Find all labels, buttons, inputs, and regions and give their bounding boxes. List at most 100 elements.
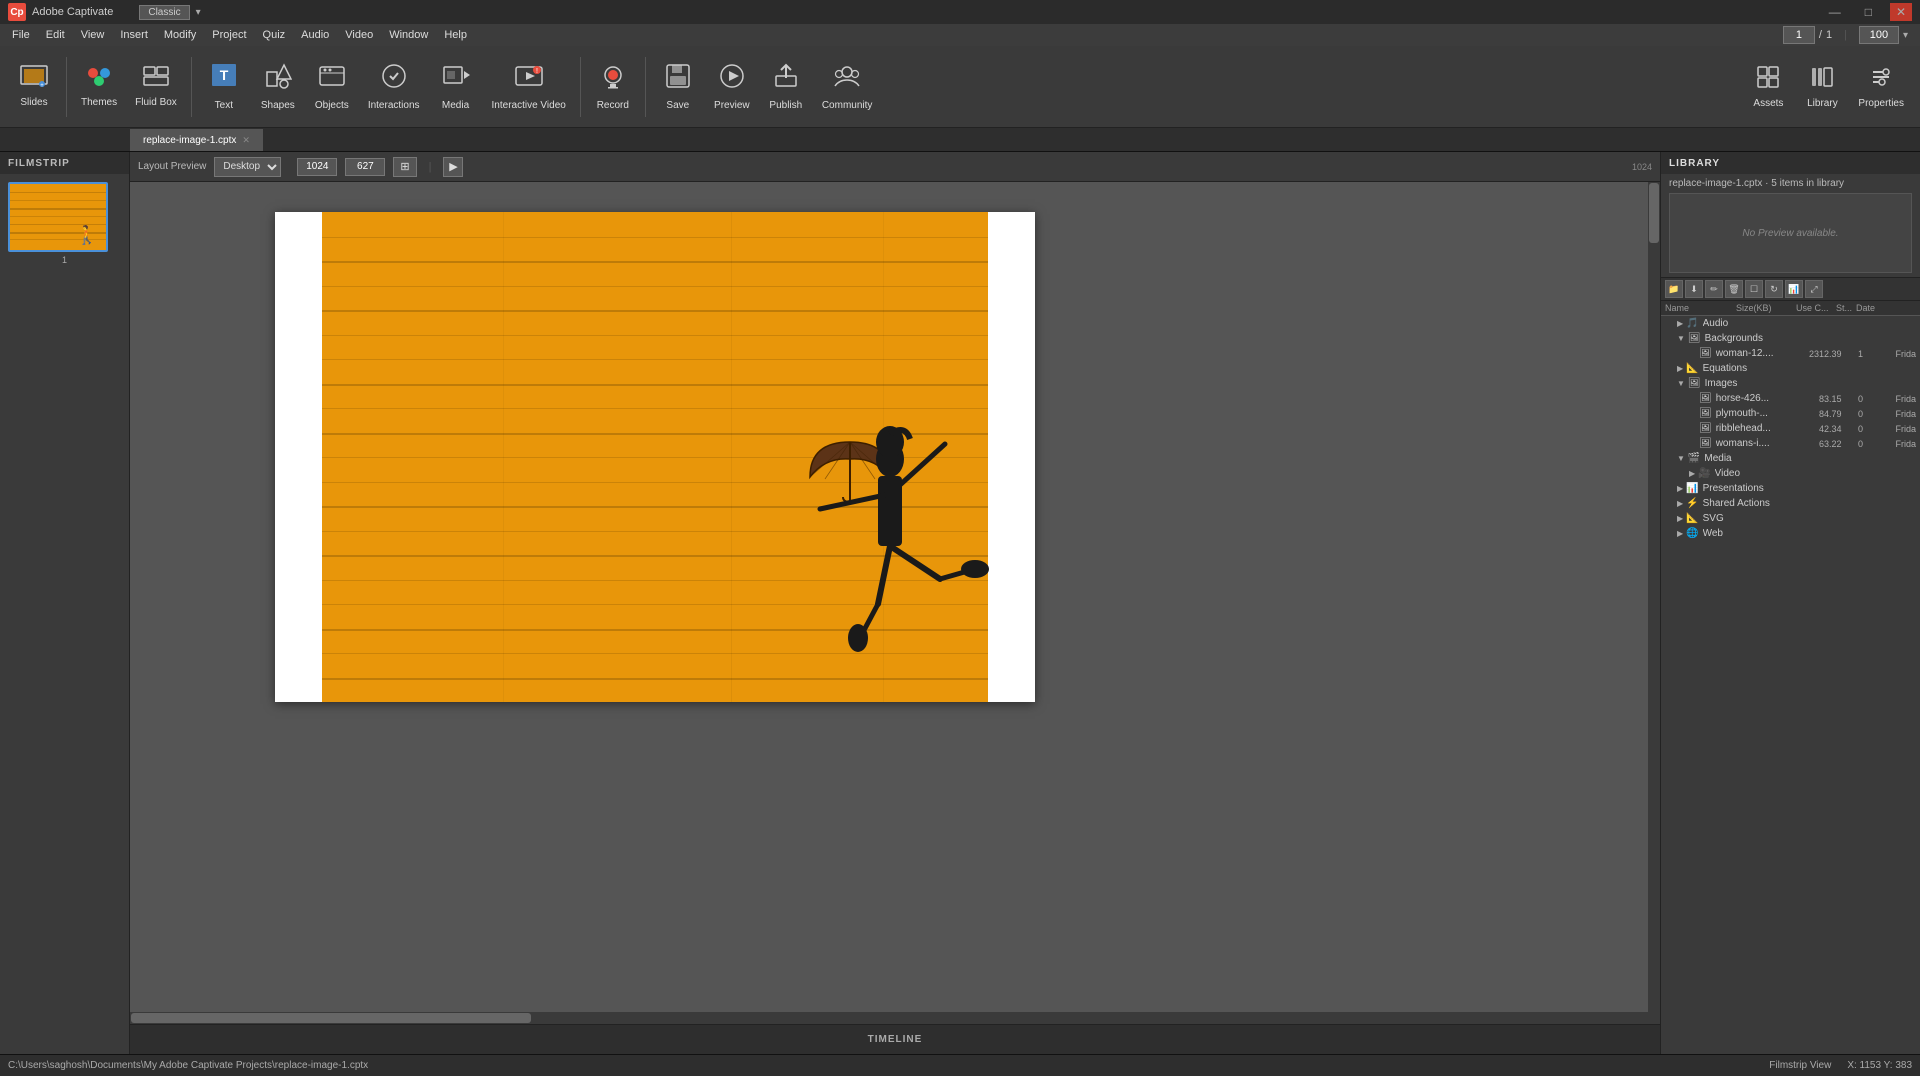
horse426-use: 0 [1845, 394, 1875, 404]
svg-folder-icon: 📐 [1686, 513, 1698, 524]
tab-close-button[interactable]: ✕ [242, 135, 250, 146]
vertical-scrollbar-thumb[interactable] [1649, 183, 1659, 243]
canvas-width-input[interactable] [297, 158, 337, 176]
save-icon [664, 62, 692, 96]
library-item-plymouth[interactable]: 🖼 plymouth-... 84.79 0 Frida [1661, 406, 1920, 421]
shapes-button[interactable]: Shapes [252, 51, 304, 123]
menu-insert[interactable]: Insert [112, 24, 156, 46]
vertical-scrollbar[interactable] [1648, 182, 1660, 1024]
publish-button[interactable]: Publish [760, 51, 812, 123]
library-item-horse426[interactable]: 🖼 horse-426... 83.15 0 Frida [1661, 391, 1920, 406]
minimize-button[interactable]: — [1823, 3, 1847, 21]
library-item-images[interactable]: ▼ 🖼 Images [1661, 376, 1920, 391]
library-item-svg[interactable]: ▶ 📐 SVG [1661, 511, 1920, 526]
interactive-video-button[interactable]: ! Interactive Video [484, 51, 574, 123]
canvas-height-input[interactable] [345, 158, 385, 176]
current-page-input[interactable] [1783, 26, 1815, 44]
menu-view[interactable]: View [73, 24, 113, 46]
images-arrow-icon: ▼ [1677, 379, 1685, 388]
zoom-dropdown-icon[interactable]: ▾ [1903, 30, 1908, 41]
slide-number-label: 1 [8, 255, 121, 265]
lib-col-size[interactable]: Size(KB) [1736, 303, 1796, 313]
lib-edit-button[interactable]: ✏ [1705, 280, 1723, 298]
properties-label: Properties [1858, 98, 1904, 109]
slide-thumbnail-1[interactable]: 🚶 [8, 182, 108, 252]
toolbar-sep-4 [645, 57, 646, 117]
text-button[interactable]: T Text [198, 51, 250, 123]
menu-audio[interactable]: Audio [293, 24, 337, 46]
maximize-button[interactable]: □ [1859, 3, 1878, 21]
preview-button[interactable]: Preview [706, 51, 758, 123]
interactions-button[interactable]: Interactions [360, 51, 428, 123]
lib-col-use[interactable]: Use C... [1796, 303, 1836, 313]
lib-new-folder-button[interactable]: 📁 [1665, 280, 1683, 298]
no-preview-text: No Preview available. [1742, 228, 1838, 239]
themes-icon [85, 65, 113, 93]
lib-col-date[interactable]: Date [1856, 303, 1916, 313]
menu-help[interactable]: Help [436, 24, 475, 46]
lib-select-all-button[interactable]: ☐ [1745, 280, 1763, 298]
library-item-backgrounds[interactable]: ▼ 🖼 Backgrounds [1661, 331, 1920, 346]
properties-button[interactable]: Properties [1850, 51, 1912, 123]
document-tab[interactable]: replace-image-1.cptx ✕ [130, 129, 263, 151]
media-icon [442, 62, 470, 96]
slides-icon: + [20, 65, 48, 93]
layout-select[interactable]: Desktop Mobile Tablet [214, 157, 281, 177]
timeline-label: TIMELINE [868, 1034, 923, 1045]
library-button[interactable]: Library [1796, 51, 1848, 123]
menu-file[interactable]: File [4, 24, 38, 46]
community-button[interactable]: Community [814, 51, 881, 123]
text-icon: T [210, 62, 238, 96]
fluidbox-button[interactable]: Fluid Box [127, 51, 185, 123]
lib-import-button[interactable]: ⬇ [1685, 280, 1703, 298]
themes-button[interactable]: Themes [73, 51, 125, 123]
library-item-equations[interactable]: ▶ 📐 Equations [1661, 361, 1920, 376]
menu-window[interactable]: Window [381, 24, 436, 46]
media-label: Media [442, 100, 469, 111]
horizontal-scrollbar-thumb[interactable] [131, 1013, 531, 1023]
canvas-fit-button[interactable]: ⊞ [393, 157, 416, 177]
web-folder-icon: 🌐 [1686, 528, 1698, 539]
library-item-woman12[interactable]: 🖼 woman-12.... 2312.39 1 Frida [1661, 346, 1920, 361]
assets-button[interactable]: Assets [1742, 51, 1794, 123]
backgrounds-label: Backgrounds [1705, 333, 1916, 344]
slides-button[interactable]: + Slides [8, 51, 60, 123]
woman-figure-svg [790, 404, 990, 684]
lib-delete-button[interactable]: 🗑 [1725, 280, 1743, 298]
library-item-media[interactable]: ▼ 🎬 Media [1661, 451, 1920, 466]
library-item-web[interactable]: ▶ 🌐 Web [1661, 526, 1920, 541]
record-button[interactable]: Record [587, 51, 639, 123]
library-item-shared-actions[interactable]: ▶ ⚡ Shared Actions [1661, 496, 1920, 511]
menu-quiz[interactable]: Quiz [255, 24, 294, 46]
library-table-header: Name Size(KB) Use C... St... Date [1661, 301, 1920, 316]
canvas-play-button[interactable]: ▶ [443, 157, 463, 177]
close-button[interactable]: ✕ [1890, 3, 1912, 21]
zoom-level-input[interactable] [1859, 26, 1899, 44]
save-button[interactable]: Save [652, 51, 704, 123]
horizontal-scrollbar[interactable] [130, 1012, 1648, 1024]
library-item-ribblehead[interactable]: 🖼 ribblehead... 42.34 0 Frida [1661, 421, 1920, 436]
menu-edit[interactable]: Edit [38, 24, 73, 46]
womansi-size: 63.22 [1795, 439, 1845, 449]
library-item-audio[interactable]: ▶ 🎵 Audio [1661, 316, 1920, 331]
lib-refresh-button[interactable]: ↻ [1765, 280, 1783, 298]
lib-col-name[interactable]: Name [1665, 303, 1736, 313]
publish-label: Publish [769, 100, 802, 111]
library-item-presentations[interactable]: ▶ 📊 Presentations [1661, 481, 1920, 496]
menu-modify[interactable]: Modify [156, 24, 204, 46]
media-button[interactable]: Media [430, 51, 482, 123]
objects-button[interactable]: Objects [306, 51, 358, 123]
filmstrip-title: FILMSTRIP [8, 158, 70, 169]
slide-canvas[interactable] [275, 212, 1035, 702]
presentations-arrow-icon: ▶ [1677, 484, 1683, 493]
lib-expand-button[interactable]: ⤢ [1805, 280, 1823, 298]
library-item-video[interactable]: ▶ 🎥 Video [1661, 466, 1920, 481]
library-item-womansi[interactable]: 🖼 womans-i.... 63.22 0 Frida [1661, 436, 1920, 451]
lib-col-st[interactable]: St... [1836, 303, 1856, 313]
lib-usage-button[interactable]: 📊 [1785, 280, 1803, 298]
file-path: C:\Users\saghosh\Documents\My Adobe Capt… [8, 1060, 368, 1071]
slide-background [275, 212, 1035, 702]
menu-video[interactable]: Video [337, 24, 381, 46]
menu-project[interactable]: Project [204, 24, 254, 46]
classic-dropdown-icon[interactable]: ▾ [196, 7, 201, 18]
